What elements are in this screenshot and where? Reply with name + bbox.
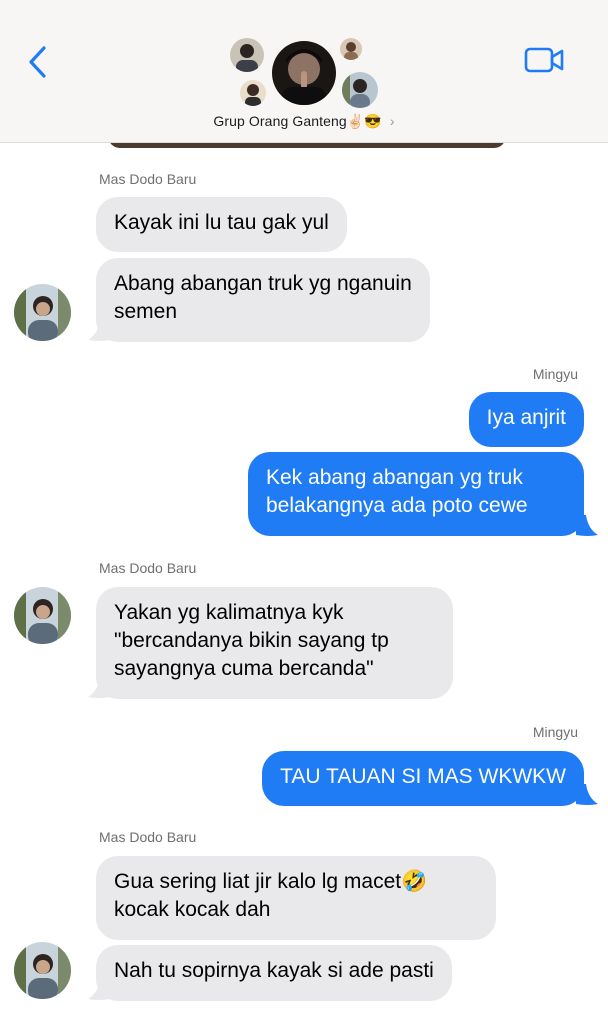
outgoing-message-bubble[interactable]: TAU TAUAN SI MAS WKWKW [262, 751, 584, 806]
incoming-message-bubble[interactable]: Abang abangan truk yg nganuin semen [96, 258, 430, 342]
sender-name: Mas Dodo Baru [99, 560, 197, 576]
sender-name: Mingyu [532, 366, 578, 382]
member-avatar [340, 38, 362, 60]
message-line: Gua sering liat jir kalo lg macet🤣 [114, 870, 428, 893]
sender-avatar[interactable] [14, 284, 71, 341]
message-line: Yakan yg kalimatnya kyk [114, 601, 344, 624]
bubble-tail [576, 515, 598, 536]
chat-header: Grup Orang Ganteng✌🏻😎 › [0, 0, 608, 143]
message-line: Nah tu sopirnya kayak si ade pasti [114, 959, 434, 982]
message-line: Iya anjrit [486, 406, 566, 429]
incoming-message-bubble[interactable]: Yakan yg kalimatnya kyk "bercandanya bik… [96, 587, 453, 699]
message-line: Kek abang abangan yg truk [266, 466, 523, 489]
member-avatar [240, 80, 266, 106]
member-avatar [272, 41, 336, 105]
incoming-message-bubble[interactable]: Kayak ini lu tau gak yul [96, 197, 347, 252]
sender-name: Mas Dodo Baru [99, 829, 197, 845]
bubble-tail [88, 677, 110, 698]
sender-avatar[interactable] [14, 942, 71, 999]
member-avatar [230, 38, 264, 72]
sender-avatar[interactable] [14, 587, 71, 644]
message-line: semen [114, 300, 178, 323]
outgoing-message-bubble[interactable]: Iya anjrit [468, 392, 584, 447]
message-line: Abang abangan truk yg nganuin [114, 272, 412, 295]
sender-name: Mas Dodo Baru [99, 171, 197, 187]
chevron-left-icon [29, 46, 46, 78]
group-avatar-cluster[interactable] [228, 36, 380, 110]
message-line: sayangnya cuma bercanda" [114, 657, 374, 680]
message-line: belakangnya ada poto cewe [266, 494, 528, 517]
video-call-button[interactable] [522, 44, 568, 78]
incoming-message-bubble[interactable]: Gua sering liat jir kalo lg macet🤣 kocak… [96, 856, 496, 940]
bubble-tail [88, 979, 110, 1000]
outgoing-message-bubble[interactable]: Kek abang abangan yg truk belakangnya ad… [248, 452, 584, 536]
group-name-text: Grup Orang Ganteng✌🏻😎 [213, 113, 382, 129]
message-line: kocak kocak dah [114, 898, 271, 921]
video-camera-icon [524, 47, 564, 73]
bubble-tail [576, 784, 598, 805]
message-line: "bercandanya bikin sayang tp [114, 629, 389, 652]
back-button[interactable] [22, 42, 56, 82]
bubble-tail [88, 320, 110, 341]
member-avatar [342, 72, 378, 108]
message-line: Kayak ini lu tau gak yul [114, 211, 329, 234]
message-line: TAU TAUAN SI MAS WKWKW [280, 765, 566, 788]
incoming-message-bubble[interactable]: Nah tu sopirnya kayak si ade pasti [96, 945, 452, 1001]
sender-name: Mingyu [532, 724, 578, 740]
group-name[interactable]: Grup Orang Ganteng✌🏻😎 › [0, 113, 608, 130]
chevron-right-icon: › [389, 113, 395, 129]
